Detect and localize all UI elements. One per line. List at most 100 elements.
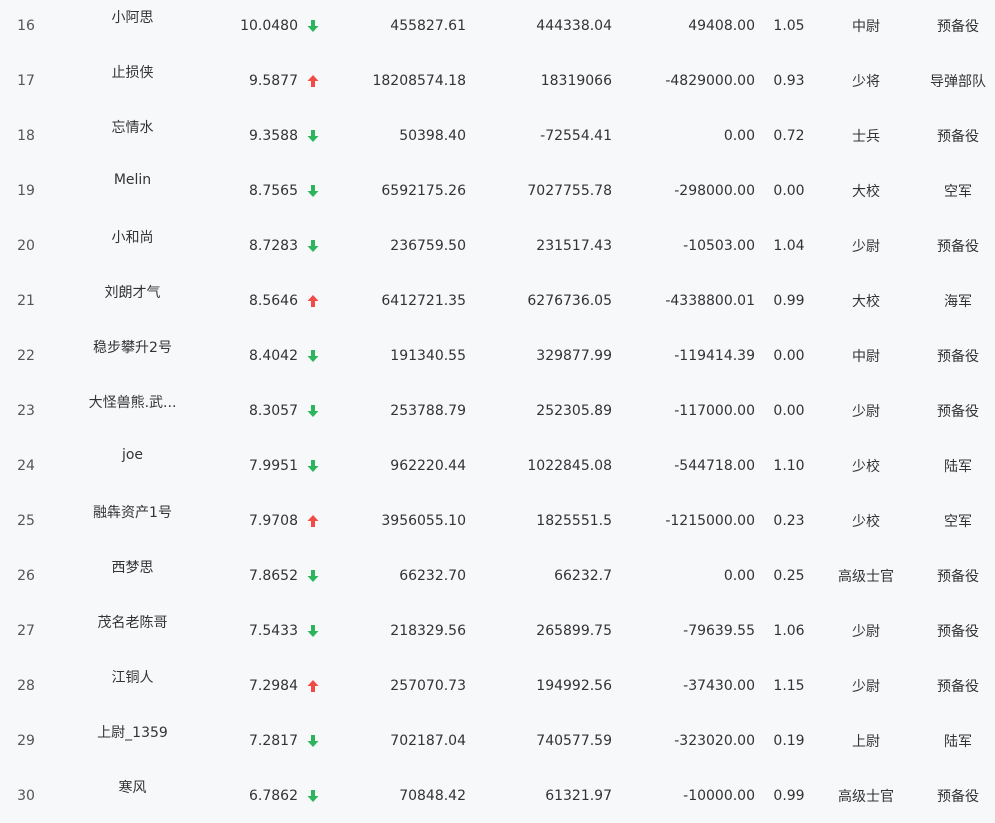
user-name[interactable]: 西梦思 xyxy=(55,548,210,603)
military-branch: 空军 xyxy=(944,513,972,530)
value-col-3: -4338800.01 xyxy=(665,292,755,309)
table-row[interactable]: 24 joe 7.9951 962220.44 1022845.08 -544718.00… xyxy=(0,438,995,493)
table-row[interactable]: 26 西梦思 7.8652 66232.70 66232.7 0.00 0.25 高级士官 预备… xyxy=(0,548,995,603)
ratio-value: 0.99 xyxy=(773,787,805,804)
value-col-3: -10503.00 xyxy=(683,237,755,254)
rank-cell: 24 xyxy=(17,457,35,474)
military-rank: 高级士官 xyxy=(838,788,894,805)
rank-cell: 23 xyxy=(17,402,35,419)
military-branch: 预备役 xyxy=(937,348,979,365)
arrow-down-icon xyxy=(305,383,321,438)
value-col-1: 66232.70 xyxy=(399,567,466,584)
military-branch: 陆军 xyxy=(944,733,972,750)
arrow-down-icon xyxy=(305,438,321,493)
user-name[interactable]: 茂名老陈哥 xyxy=(55,603,210,658)
value-col-2: 61321.97 xyxy=(545,787,612,804)
value-col-2: 740577.59 xyxy=(536,732,612,749)
value-col-3: -119414.39 xyxy=(674,347,755,364)
score-value: 8.5646 xyxy=(249,292,298,309)
rank-cell: 29 xyxy=(17,732,35,749)
value-col-1: 702187.04 xyxy=(390,732,466,749)
military-rank: 士兵 xyxy=(852,128,880,145)
user-name[interactable]: 上尉_1359 xyxy=(55,713,210,768)
value-col-2: 66232.7 xyxy=(554,567,612,584)
ratio-value: 1.06 xyxy=(773,622,805,639)
value-col-3: -4829000.00 xyxy=(665,72,755,89)
arrow-down-icon xyxy=(305,108,321,163)
ratio-value: 1.15 xyxy=(773,677,805,694)
rank-cell: 28 xyxy=(17,677,35,694)
military-branch: 预备役 xyxy=(937,18,979,35)
arrow-down-icon xyxy=(305,218,321,273)
value-col-1: 236759.50 xyxy=(390,237,466,254)
table-row[interactable]: 28 江铜人 7.2984 257070.73 194992.56 -37430.00 1.… xyxy=(0,658,995,713)
arrow-down-icon xyxy=(305,713,321,768)
table-row[interactable]: 21 刘朗才气 8.5646 6412721.35 6276736.05 -4338800… xyxy=(0,273,995,328)
military-branch: 预备役 xyxy=(937,403,979,420)
table-row[interactable]: 25 融犇资产1号 7.9708 3956055.10 1825551.5 -121500… xyxy=(0,493,995,548)
military-rank: 少尉 xyxy=(852,403,880,420)
score-value: 10.0480 xyxy=(240,17,298,34)
arrow-down-icon xyxy=(305,163,321,218)
ratio-value: 0.19 xyxy=(773,732,805,749)
user-name[interactable]: 止损侠 xyxy=(55,53,210,108)
table-row[interactable]: 30 寒风 6.7862 70848.42 61321.97 -10000.00 0.99 高… xyxy=(0,768,995,823)
table-row[interactable]: 29 上尉_1359 7.2817 702187.04 740577.59 -323020… xyxy=(0,713,995,768)
military-branch: 导弹部队 xyxy=(930,73,986,90)
rank-cell: 18 xyxy=(17,127,35,144)
value-col-1: 455827.61 xyxy=(390,17,466,34)
value-col-2: 1022845.08 xyxy=(527,457,612,474)
value-col-2: 6276736.05 xyxy=(527,292,612,309)
value-col-2: 7027755.78 xyxy=(527,182,612,199)
rank-cell: 17 xyxy=(17,72,35,89)
user-name[interactable]: Melin xyxy=(55,163,210,218)
ratio-value: 0.99 xyxy=(773,292,805,309)
user-name[interactable]: 江铜人 xyxy=(55,658,210,713)
value-col-2: 265899.75 xyxy=(536,622,612,639)
table-row[interactable]: 20 小和尚 8.7283 236759.50 231517.43 -10503.00 1.… xyxy=(0,218,995,273)
table-row[interactable]: 23 大怪兽熊.武... 8.3057 253788.79 252305.89 -1170… xyxy=(0,383,995,438)
score-value: 7.2817 xyxy=(249,732,298,749)
value-col-2: 231517.43 xyxy=(536,237,612,254)
military-rank: 少尉 xyxy=(852,623,880,640)
user-name[interactable]: 稳步攀升2号 xyxy=(55,328,210,383)
user-name[interactable]: 刘朗才气 xyxy=(55,273,210,328)
value-col-3: -37430.00 xyxy=(683,677,755,694)
military-rank: 少尉 xyxy=(852,238,880,255)
military-rank: 大校 xyxy=(852,293,880,310)
military-rank: 少尉 xyxy=(852,678,880,695)
military-branch: 空军 xyxy=(944,183,972,200)
value-col-2: 1825551.5 xyxy=(536,512,612,529)
arrow-up-icon xyxy=(305,493,321,548)
user-name[interactable]: 小和尚 xyxy=(55,218,210,273)
score-value: 9.3588 xyxy=(249,127,298,144)
table-row[interactable]: 22 稳步攀升2号 8.4042 191340.55 329877.99 -119414.… xyxy=(0,328,995,383)
value-col-3: -10000.00 xyxy=(683,787,755,804)
table-row[interactable]: 18 忘情水 9.3588 50398.40 -72554.41 0.00 0.72 士兵 预备… xyxy=(0,108,995,163)
user-name[interactable]: 大怪兽熊.武... xyxy=(55,383,210,438)
score-value: 7.8652 xyxy=(249,567,298,584)
ratio-value: 0.00 xyxy=(773,182,805,199)
table-row[interactable]: 16 小阿思 10.0480 455827.61 444338.04 49408.00 1.… xyxy=(0,0,995,53)
score-value: 8.3057 xyxy=(249,402,298,419)
arrow-down-icon xyxy=(305,548,321,603)
user-name[interactable]: 忘情水 xyxy=(55,108,210,163)
table-row[interactable]: 19 Melin 8.7565 6592175.26 7027755.78 -298000… xyxy=(0,163,995,218)
score-value: 8.7565 xyxy=(249,182,298,199)
military-rank: 中尉 xyxy=(852,18,880,35)
value-col-2: 18319066 xyxy=(540,72,612,89)
table-row[interactable]: 27 茂名老陈哥 7.5433 218329.56 265899.75 -79639.55… xyxy=(0,603,995,658)
value-col-1: 191340.55 xyxy=(390,347,466,364)
ratio-value: 0.23 xyxy=(773,512,805,529)
value-col-3: -117000.00 xyxy=(674,402,755,419)
table-row[interactable]: 17 止损侠 9.5877 18208574.18 18319066 -4829000.0… xyxy=(0,53,995,108)
rank-cell: 27 xyxy=(17,622,35,639)
user-name[interactable]: joe xyxy=(55,438,210,493)
user-name[interactable]: 融犇资产1号 xyxy=(55,493,210,548)
score-value: 6.7862 xyxy=(249,787,298,804)
user-name[interactable]: 小阿思 xyxy=(55,0,210,53)
user-name[interactable]: 寒风 xyxy=(55,768,210,823)
value-col-3: 0.00 xyxy=(723,567,755,584)
score-value: 8.7283 xyxy=(249,237,298,254)
value-col-1: 257070.73 xyxy=(390,677,466,694)
